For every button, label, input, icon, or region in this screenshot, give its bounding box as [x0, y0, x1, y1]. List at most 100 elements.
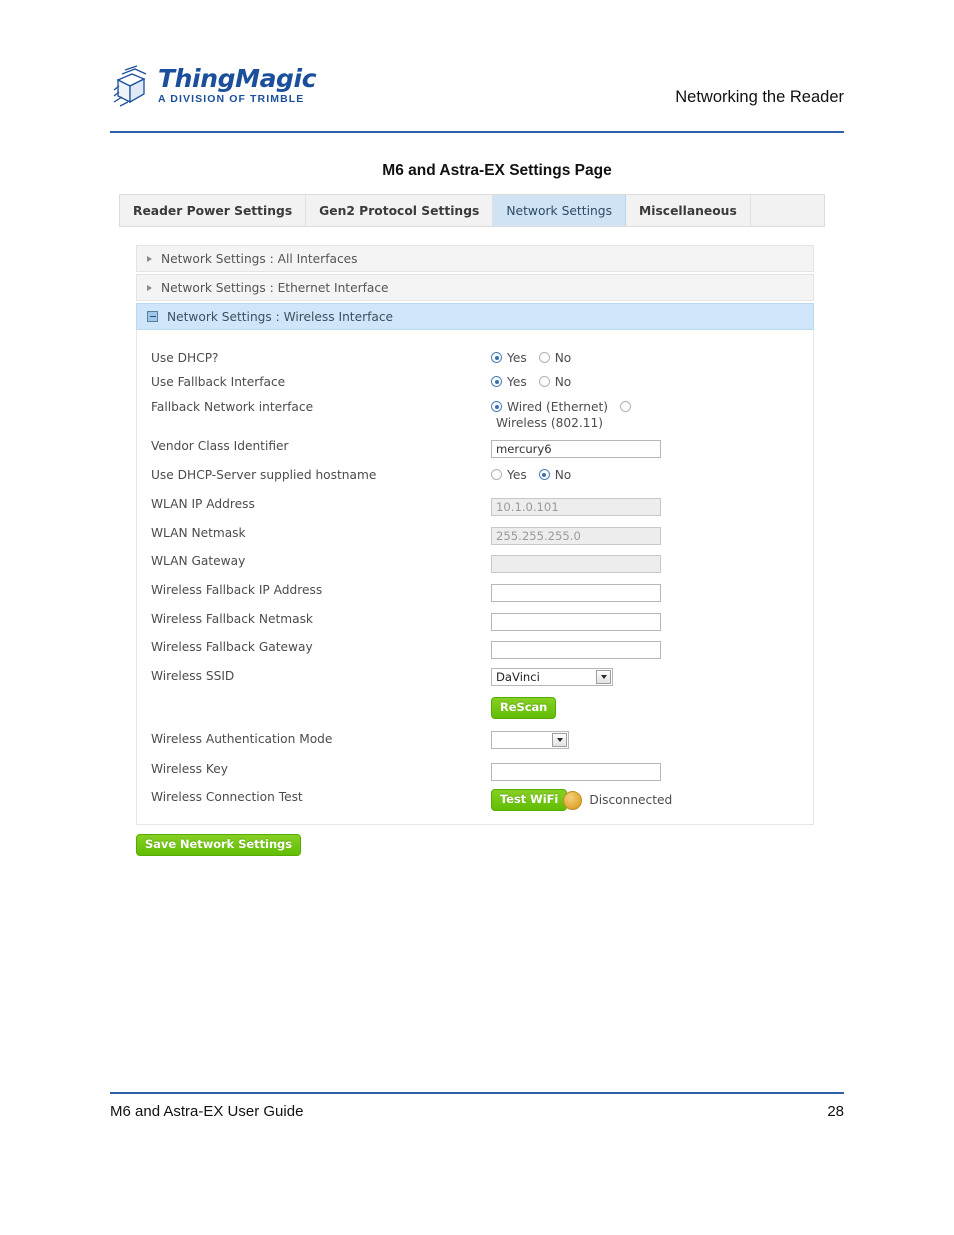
figure-title: M6 and Astra-EX Settings Page: [0, 162, 954, 180]
field-wireless-auth-mode: Wireless Authentication Mode: [151, 731, 801, 759]
radio-label-yes: Yes: [507, 351, 527, 365]
wireless-fallback-gateway-input[interactable]: [491, 641, 661, 659]
tab-label: Gen2 Protocol Settings: [319, 203, 480, 218]
footer-guide-title: M6 and Astra-EX User Guide: [110, 1103, 304, 1120]
connection-status-indicator-icon: [563, 790, 583, 810]
field-control: [491, 582, 661, 602]
radio-group-use-fallback: Yes No: [491, 374, 671, 390]
connection-status-text: Disconnected: [589, 793, 673, 807]
field-control: [491, 438, 661, 458]
field-control: DaVinci: [491, 668, 613, 686]
figure-title-text: M6 and Astra-EX Settings Page: [382, 162, 612, 179]
radio-use-fallback-no[interactable]: [538, 376, 550, 387]
accordion-ethernet-interface[interactable]: Network Settings : Ethernet Interface: [136, 274, 814, 301]
radio-use-dhcp-no[interactable]: [538, 352, 550, 363]
wireless-fallback-ip-input[interactable]: [491, 584, 661, 602]
field-label: Wireless Fallback Gateway: [151, 640, 313, 654]
wireless-settings-panel: Use DHCP? Yes No Use Fallback Interface …: [136, 330, 814, 825]
radio-label-no: No: [554, 351, 572, 365]
tab-gen2-protocol-settings[interactable]: Gen2 Protocol Settings: [306, 195, 494, 226]
field-dhcp-supplied-hostname: Use DHCP-Server supplied hostname Yes No: [151, 467, 801, 495]
field-wlan-ip-address: WLAN IP Address: [151, 496, 801, 524]
thingmagic-cube-icon: [110, 64, 152, 110]
field-wireless-fallback-ip: Wireless Fallback IP Address: [151, 582, 801, 610]
field-control: [491, 611, 661, 631]
field-control: Yes No: [491, 374, 671, 390]
radio-group-fallback-interface: Wired (Ethernet) Wireless (802.11): [491, 399, 671, 431]
field-control: Wired (Ethernet) Wireless (802.11): [491, 399, 671, 431]
wireless-ssid-select[interactable]: DaVinci: [491, 668, 613, 686]
field-wireless-ssid: Wireless SSID DaVinci: [151, 668, 801, 696]
rescan-row: ReScan: [151, 696, 801, 724]
tab-bar-filler: [751, 195, 824, 226]
accordion-label: Network Settings : All Interfaces: [161, 251, 358, 266]
header-divider: [110, 131, 844, 133]
field-control: Yes No: [491, 467, 671, 483]
field-wireless-fallback-netmask: Wireless Fallback Netmask: [151, 611, 801, 639]
field-label: Wireless Fallback IP Address: [151, 583, 323, 597]
field-control: Test WiFi Disconnected: [491, 789, 672, 811]
chevron-down-icon: [596, 670, 611, 684]
radio-fallback-wireless[interactable]: [620, 401, 632, 412]
settings-screenshot: Reader Power Settings Gen2 Protocol Sett…: [119, 194, 835, 860]
radio-dhcp-hostname-yes[interactable]: [491, 469, 502, 480]
wireless-key-input[interactable]: [491, 763, 661, 781]
field-label: Use DHCP-Server supplied hostname: [151, 468, 377, 482]
radio-group-dhcp-hostname: Yes No: [491, 467, 671, 483]
field-label: Use DHCP?: [151, 351, 219, 365]
wireless-auth-mode-select[interactable]: [491, 731, 569, 749]
field-control: [491, 525, 661, 545]
field-wireless-key: Wireless Key: [151, 761, 801, 789]
tab-label: Miscellaneous: [639, 203, 737, 218]
save-button-area: Save Network Settings: [136, 833, 301, 856]
document-header: ThingMagic A DIVISION OF TRIMBLE Network…: [110, 62, 844, 134]
radio-group-use-dhcp: Yes No: [491, 350, 671, 366]
tab-miscellaneous[interactable]: Miscellaneous: [626, 195, 751, 226]
radio-label-no: No: [554, 468, 572, 482]
wireless-ssid-value: DaVinci: [496, 670, 540, 684]
wlan-ip-address-input: [491, 498, 661, 516]
radio-label-wireless: Wireless (802.11): [496, 416, 604, 430]
tab-network-settings[interactable]: Network Settings: [493, 195, 627, 226]
field-control: [491, 639, 661, 659]
accordion-wireless-interface[interactable]: Network Settings : Wireless Interface: [136, 303, 814, 330]
field-label: Wireless Fallback Netmask: [151, 612, 313, 626]
field-fallback-network-interface: Fallback Network interface Wired (Ethern…: [151, 399, 801, 433]
save-network-settings-button[interactable]: Save Network Settings: [136, 834, 301, 856]
vendor-class-identifier-input[interactable]: [491, 440, 661, 458]
radio-use-fallback-yes[interactable]: [491, 376, 502, 387]
field-vendor-class-identifier: Vendor Class Identifier: [151, 438, 801, 466]
radio-label-yes: Yes: [507, 375, 527, 389]
field-wireless-fallback-gateway: Wireless Fallback Gateway: [151, 639, 801, 667]
header-chapter-title: Networking the Reader: [675, 88, 844, 106]
field-label: Wireless Authentication Mode: [151, 732, 333, 746]
tab-label: Network Settings: [506, 203, 613, 218]
logo-tagline: A DIVISION OF TRIMBLE: [158, 93, 305, 105]
field-wlan-netmask: WLAN Netmask: [151, 525, 801, 553]
radio-fallback-wired[interactable]: [491, 401, 502, 412]
field-control: [491, 731, 569, 749]
field-control: [491, 553, 661, 573]
field-control: [491, 496, 661, 516]
radio-dhcp-hostname-no[interactable]: [538, 469, 550, 480]
test-wifi-button[interactable]: Test WiFi: [491, 789, 568, 811]
accordion-all-interfaces[interactable]: Network Settings : All Interfaces: [136, 245, 814, 272]
accordion-label: Network Settings : Ethernet Interface: [161, 280, 389, 295]
rescan-button[interactable]: ReScan: [491, 697, 557, 719]
tab-reader-power-settings[interactable]: Reader Power Settings: [120, 195, 307, 226]
field-wireless-connection-test: Wireless Connection Test Test WiFi Disco…: [151, 789, 801, 815]
field-label: WLAN Gateway: [151, 554, 246, 568]
radio-label-wired: Wired (Ethernet): [507, 400, 609, 414]
radio-label-no: No: [554, 375, 572, 389]
field-label: Vendor Class Identifier: [151, 439, 289, 453]
wlan-gateway-input: [491, 555, 661, 573]
radio-use-dhcp-yes[interactable]: [491, 352, 502, 363]
field-label: WLAN IP Address: [151, 497, 255, 511]
field-wlan-gateway: WLAN Gateway: [151, 553, 801, 581]
field-control: [491, 761, 661, 781]
thingmagic-logo: ThingMagic A DIVISION OF TRIMBLE: [110, 62, 317, 110]
tab-bar: Reader Power Settings Gen2 Protocol Sett…: [119, 194, 825, 227]
chevron-right-icon: [147, 284, 152, 291]
wireless-fallback-netmask-input[interactable]: [491, 613, 661, 631]
radio-label-yes: Yes: [507, 468, 527, 482]
